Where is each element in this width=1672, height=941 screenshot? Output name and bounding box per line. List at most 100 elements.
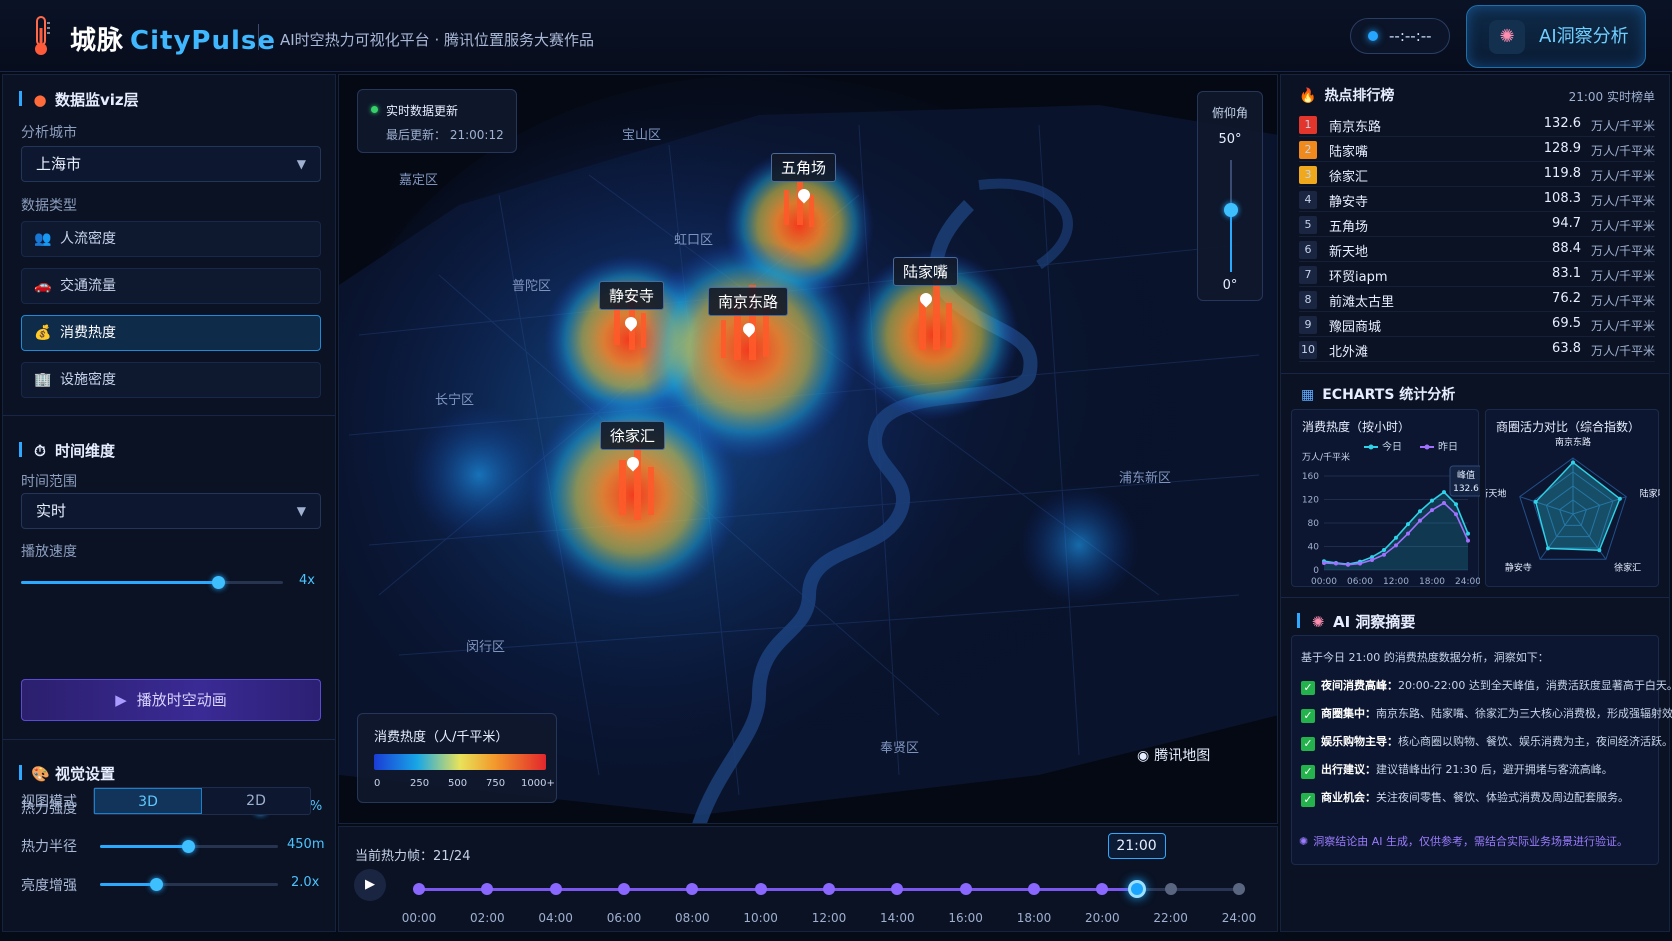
pitch-slider-handle[interactable] <box>1224 203 1238 218</box>
legend-tick: 250 <box>410 778 430 789</box>
brand-cn: 城脉 <box>70 26 125 56</box>
radar-point <box>1571 460 1575 465</box>
play-icon: ▶ <box>115 691 127 709</box>
ranking-row[interactable]: 4 静安寺 108.3 万人/千平米 <box>1299 188 1655 212</box>
data-point <box>1406 522 1410 527</box>
rank-number: 4 <box>1299 191 1317 209</box>
ai-insight-button[interactable]: ✺ AI洞察分析 <box>1466 5 1646 68</box>
rank-number: 10 <box>1299 341 1317 359</box>
rank-value: 76.2 <box>1552 291 1581 306</box>
timeline-point[interactable] <box>823 883 835 895</box>
brightness-handle[interactable] <box>150 878 163 891</box>
heat-radius-slider[interactable] <box>100 840 278 853</box>
rank-unit: 万人/千平米 <box>1590 294 1655 308</box>
rank-name: 环贸iapm <box>1329 270 1388 285</box>
building-icon: 🏢 <box>34 372 52 388</box>
timeline-point[interactable] <box>754 883 767 895</box>
ranking-row[interactable]: 8 前滩太古里 76.2 万人/千平米 <box>1299 288 1655 312</box>
city-heatmap-canvas[interactable] <box>339 75 1278 824</box>
view-mode-3d[interactable]: 3D <box>94 788 202 814</box>
car-icon: 🚗 <box>34 278 52 294</box>
radar-chart: 南京东路陆家嘴徐家汇 静安寺 新天地 <box>1486 436 1660 573</box>
brightness-slider[interactable] <box>100 878 278 891</box>
ranking-row[interactable]: 3 徐家汇 119.8 万人/千平米 <box>1299 163 1655 187</box>
data-point <box>1406 531 1410 536</box>
timeline-point[interactable] <box>686 883 699 895</box>
poi-marker[interactable]: 静安寺 <box>599 281 665 332</box>
timeline-point[interactable] <box>1233 883 1245 895</box>
section-visual: 🎨 视觉设置 <box>19 763 115 784</box>
timeline-point[interactable] <box>618 883 630 895</box>
insight-head: 商业机会： <box>1321 791 1376 804</box>
timeline-play-button[interactable]: ▶ <box>354 869 386 901</box>
district-label: 长宁区 <box>435 393 475 408</box>
data-type-consumption[interactable]: 💰 消费热度 <box>21 315 321 351</box>
data-point <box>1370 558 1374 563</box>
ranking-row[interactable]: 1 南京东路 132.6 万人/千平米 <box>1299 113 1655 137</box>
brightness-label: 亮度增强 <box>21 878 77 894</box>
timeline-point[interactable] <box>1096 883 1109 895</box>
speed-slider[interactable] <box>21 576 283 589</box>
legend-tick: 1000+ <box>521 778 555 789</box>
ranking-row[interactable]: 6 新天地 88.4 万人/千平米 <box>1299 238 1655 262</box>
data-point <box>1442 501 1446 506</box>
pitch-title: 俯仰角 <box>1211 106 1248 120</box>
ranking-row[interactable]: 2 陆家嘴 128.9 万人/千平米 <box>1299 138 1655 162</box>
timeline-point[interactable] <box>413 883 425 895</box>
timeline-tick: 04:00 <box>538 911 573 925</box>
ranking-row[interactable]: 10 北外滩 63.8 万人/千平米 <box>1299 338 1655 362</box>
radar-point <box>1533 499 1538 504</box>
legend-gradient <box>374 754 546 770</box>
insight-item: ✓ 商圈集中：南京东路、陆家嘴、徐家汇为三大核心消费极，形成强辐射效应。 <box>1301 705 1672 723</box>
stopwatch-icon: ⏱ <box>34 442 46 460</box>
view-mode-2d[interactable]: 2D <box>202 788 310 814</box>
brain-icon: ✺ <box>1489 20 1525 54</box>
timeline-point[interactable] <box>549 883 562 895</box>
poi-marker[interactable]: 陆家嘴 <box>893 257 959 308</box>
timeline-point[interactable] <box>1028 883 1040 895</box>
view-mode-label: 视图模式 <box>21 794 77 810</box>
people-icon: 👥 <box>34 231 52 247</box>
play-animation-button[interactable]: ▶ 播放时空动画 <box>21 679 321 721</box>
timeline-tick: 02:00 <box>470 911 505 925</box>
app-header: 城脉 CityPulse AI时空热力可视化平台 · 腾讯位置服务大赛作品 --:… <box>0 0 1672 72</box>
timeline-current-handle[interactable] <box>1127 880 1146 898</box>
radar-axis-label: 陆家嘴 <box>1640 488 1660 500</box>
timeline-point[interactable] <box>481 883 494 895</box>
money-bag-icon: 💰 <box>34 325 52 341</box>
ranking-row[interactable]: 7 环贸iapm 83.1 万人/千平米 <box>1299 263 1655 287</box>
poi-marker[interactable]: 徐家汇 <box>600 421 666 472</box>
data-point <box>1418 518 1422 523</box>
time-range-select[interactable]: 实时 ▼ <box>21 493 321 529</box>
insight-title-label: AI 洞察摘要 <box>1333 613 1416 631</box>
radar-axis-label: 南京东路 <box>1555 436 1591 448</box>
section-divider <box>3 739 335 740</box>
ranking-row[interactable]: 9 豫园商城 69.5 万人/千平米 <box>1299 313 1655 337</box>
poi-marker[interactable]: 南京东路 <box>708 287 789 338</box>
rank-value: 119.8 <box>1543 166 1581 181</box>
rank-value: 83.1 <box>1552 266 1581 281</box>
current-time-bubble: 21:00 <box>1107 833 1166 859</box>
timeline-point[interactable] <box>959 883 972 895</box>
city-select[interactable]: 上海市 ▼ <box>21 146 321 182</box>
ranking-row[interactable]: 5 五角场 94.7 万人/千平米 <box>1299 213 1655 237</box>
rank-number: 8 <box>1299 291 1317 309</box>
rank-value: 132.6 <box>1543 116 1581 131</box>
radar-point <box>1597 548 1602 553</box>
district-label: 普陀区 <box>512 279 552 294</box>
data-type-traffic[interactable]: 🚗 交通流量 <box>21 268 321 304</box>
heat-radius-handle[interactable] <box>182 840 195 853</box>
data-point <box>1454 502 1458 507</box>
timeline-point[interactable] <box>891 883 904 895</box>
heatmap-view[interactable]: 宝山区 嘉定区 虹口区 普陀区 长宁区 浦东新区 闵行区 奉贤区 五角场 静安寺… <box>338 74 1278 824</box>
x-tick-label: 06:00 <box>1347 577 1373 587</box>
timeline-tick: 22:00 <box>1153 911 1188 925</box>
timeline-point[interactable] <box>1164 883 1177 895</box>
speed-slider-fill <box>21 581 218 584</box>
speed-slider-handle[interactable] <box>211 576 225 589</box>
insight-intro: 基于今日 21:00 的消费热度数据分析，洞察如下： <box>1301 651 1549 664</box>
data-type-facility[interactable]: 🏢 设施密度 <box>21 362 321 398</box>
data-type-people[interactable]: 👥 人流密度 <box>21 221 321 257</box>
section-divider <box>1281 373 1669 374</box>
poi-marker[interactable]: 五角场 <box>771 153 837 204</box>
